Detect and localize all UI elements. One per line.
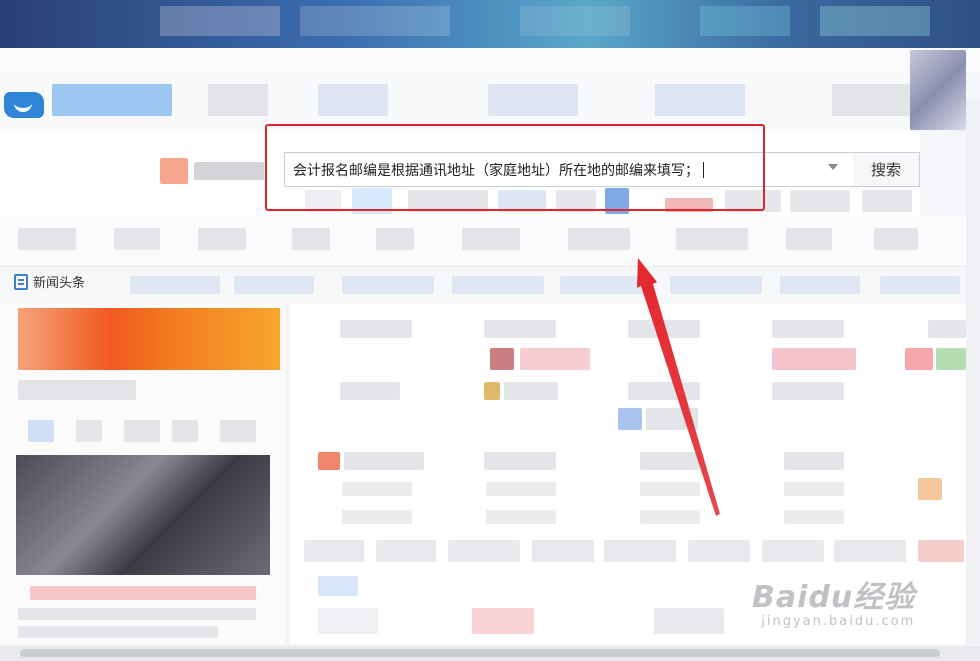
horizontal-scroll-thumb[interactable] <box>20 649 940 657</box>
watermark: Baidu经验 jingyan.baidu.com <box>752 572 915 629</box>
vertical-scrollbar[interactable] <box>966 100 980 645</box>
watermark-sub: jingyan.baidu.com <box>761 614 916 629</box>
annotation-arrow-icon <box>637 258 720 516</box>
browser-window: 会计报名邮编是根据通讯地址（家庭地址）所在地的邮编来填写； 搜索 新闻头条 Ba… <box>0 0 980 661</box>
watermark-main: Baidu经验 <box>752 580 916 615</box>
